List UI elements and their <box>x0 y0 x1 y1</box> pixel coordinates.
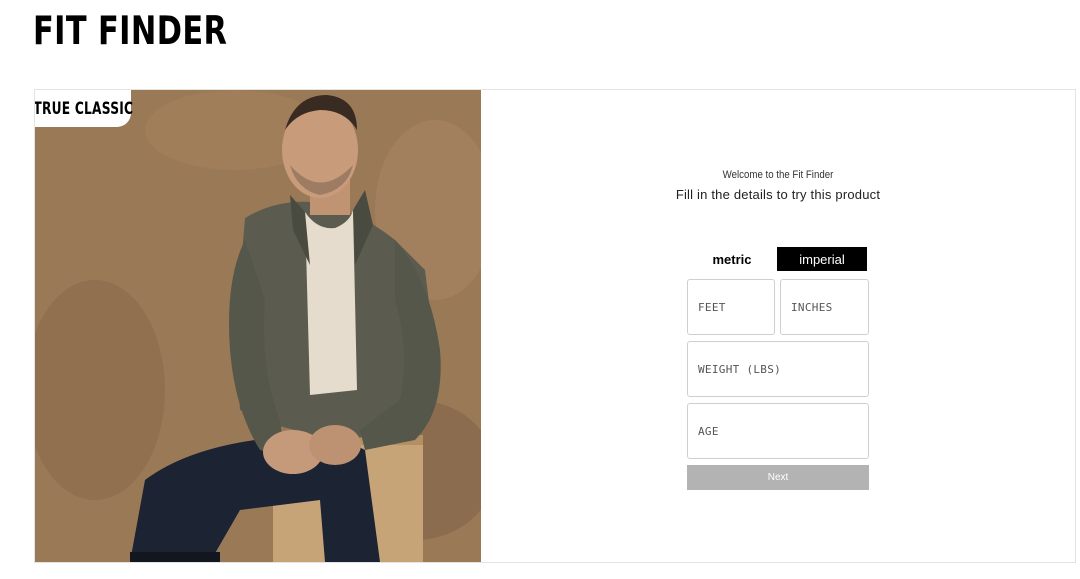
age-input[interactable] <box>687 403 869 459</box>
form-subtitle: Fill in the details to try this product <box>675 187 881 202</box>
brand-logo: TRUE CLASSIC <box>35 90 133 127</box>
welcome-text: Welcome to the Fit Finder <box>722 169 834 181</box>
page-title: FIT FINDER <box>33 9 228 54</box>
brand-logo-text: TRUE CLASSIC <box>35 98 133 119</box>
unit-imperial-option[interactable]: imperial <box>777 247 867 271</box>
unit-metric-option[interactable]: metric <box>687 247 777 271</box>
product-model-photo: TRUE CLASSIC <box>35 90 481 562</box>
weight-input[interactable] <box>687 341 869 397</box>
model-illustration <box>35 90 481 562</box>
height-inches-input[interactable] <box>780 279 869 335</box>
height-feet-input[interactable] <box>687 279 775 335</box>
fit-finder-panel: TRUE CLASSIC Welcome to the Fit Finder F… <box>34 89 1076 563</box>
fit-finder-form: Welcome to the Fit Finder Fill in the de… <box>481 90 1075 562</box>
next-button[interactable]: Next <box>687 465 869 490</box>
unit-toggle: metric imperial <box>687 247 867 271</box>
